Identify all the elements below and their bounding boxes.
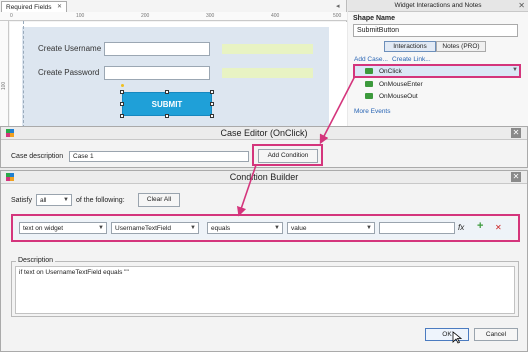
annotation-arrows: [237, 75, 356, 217]
arrow-to-condition-row: [237, 164, 257, 217]
arrow-to-add-condition: [319, 75, 356, 145]
